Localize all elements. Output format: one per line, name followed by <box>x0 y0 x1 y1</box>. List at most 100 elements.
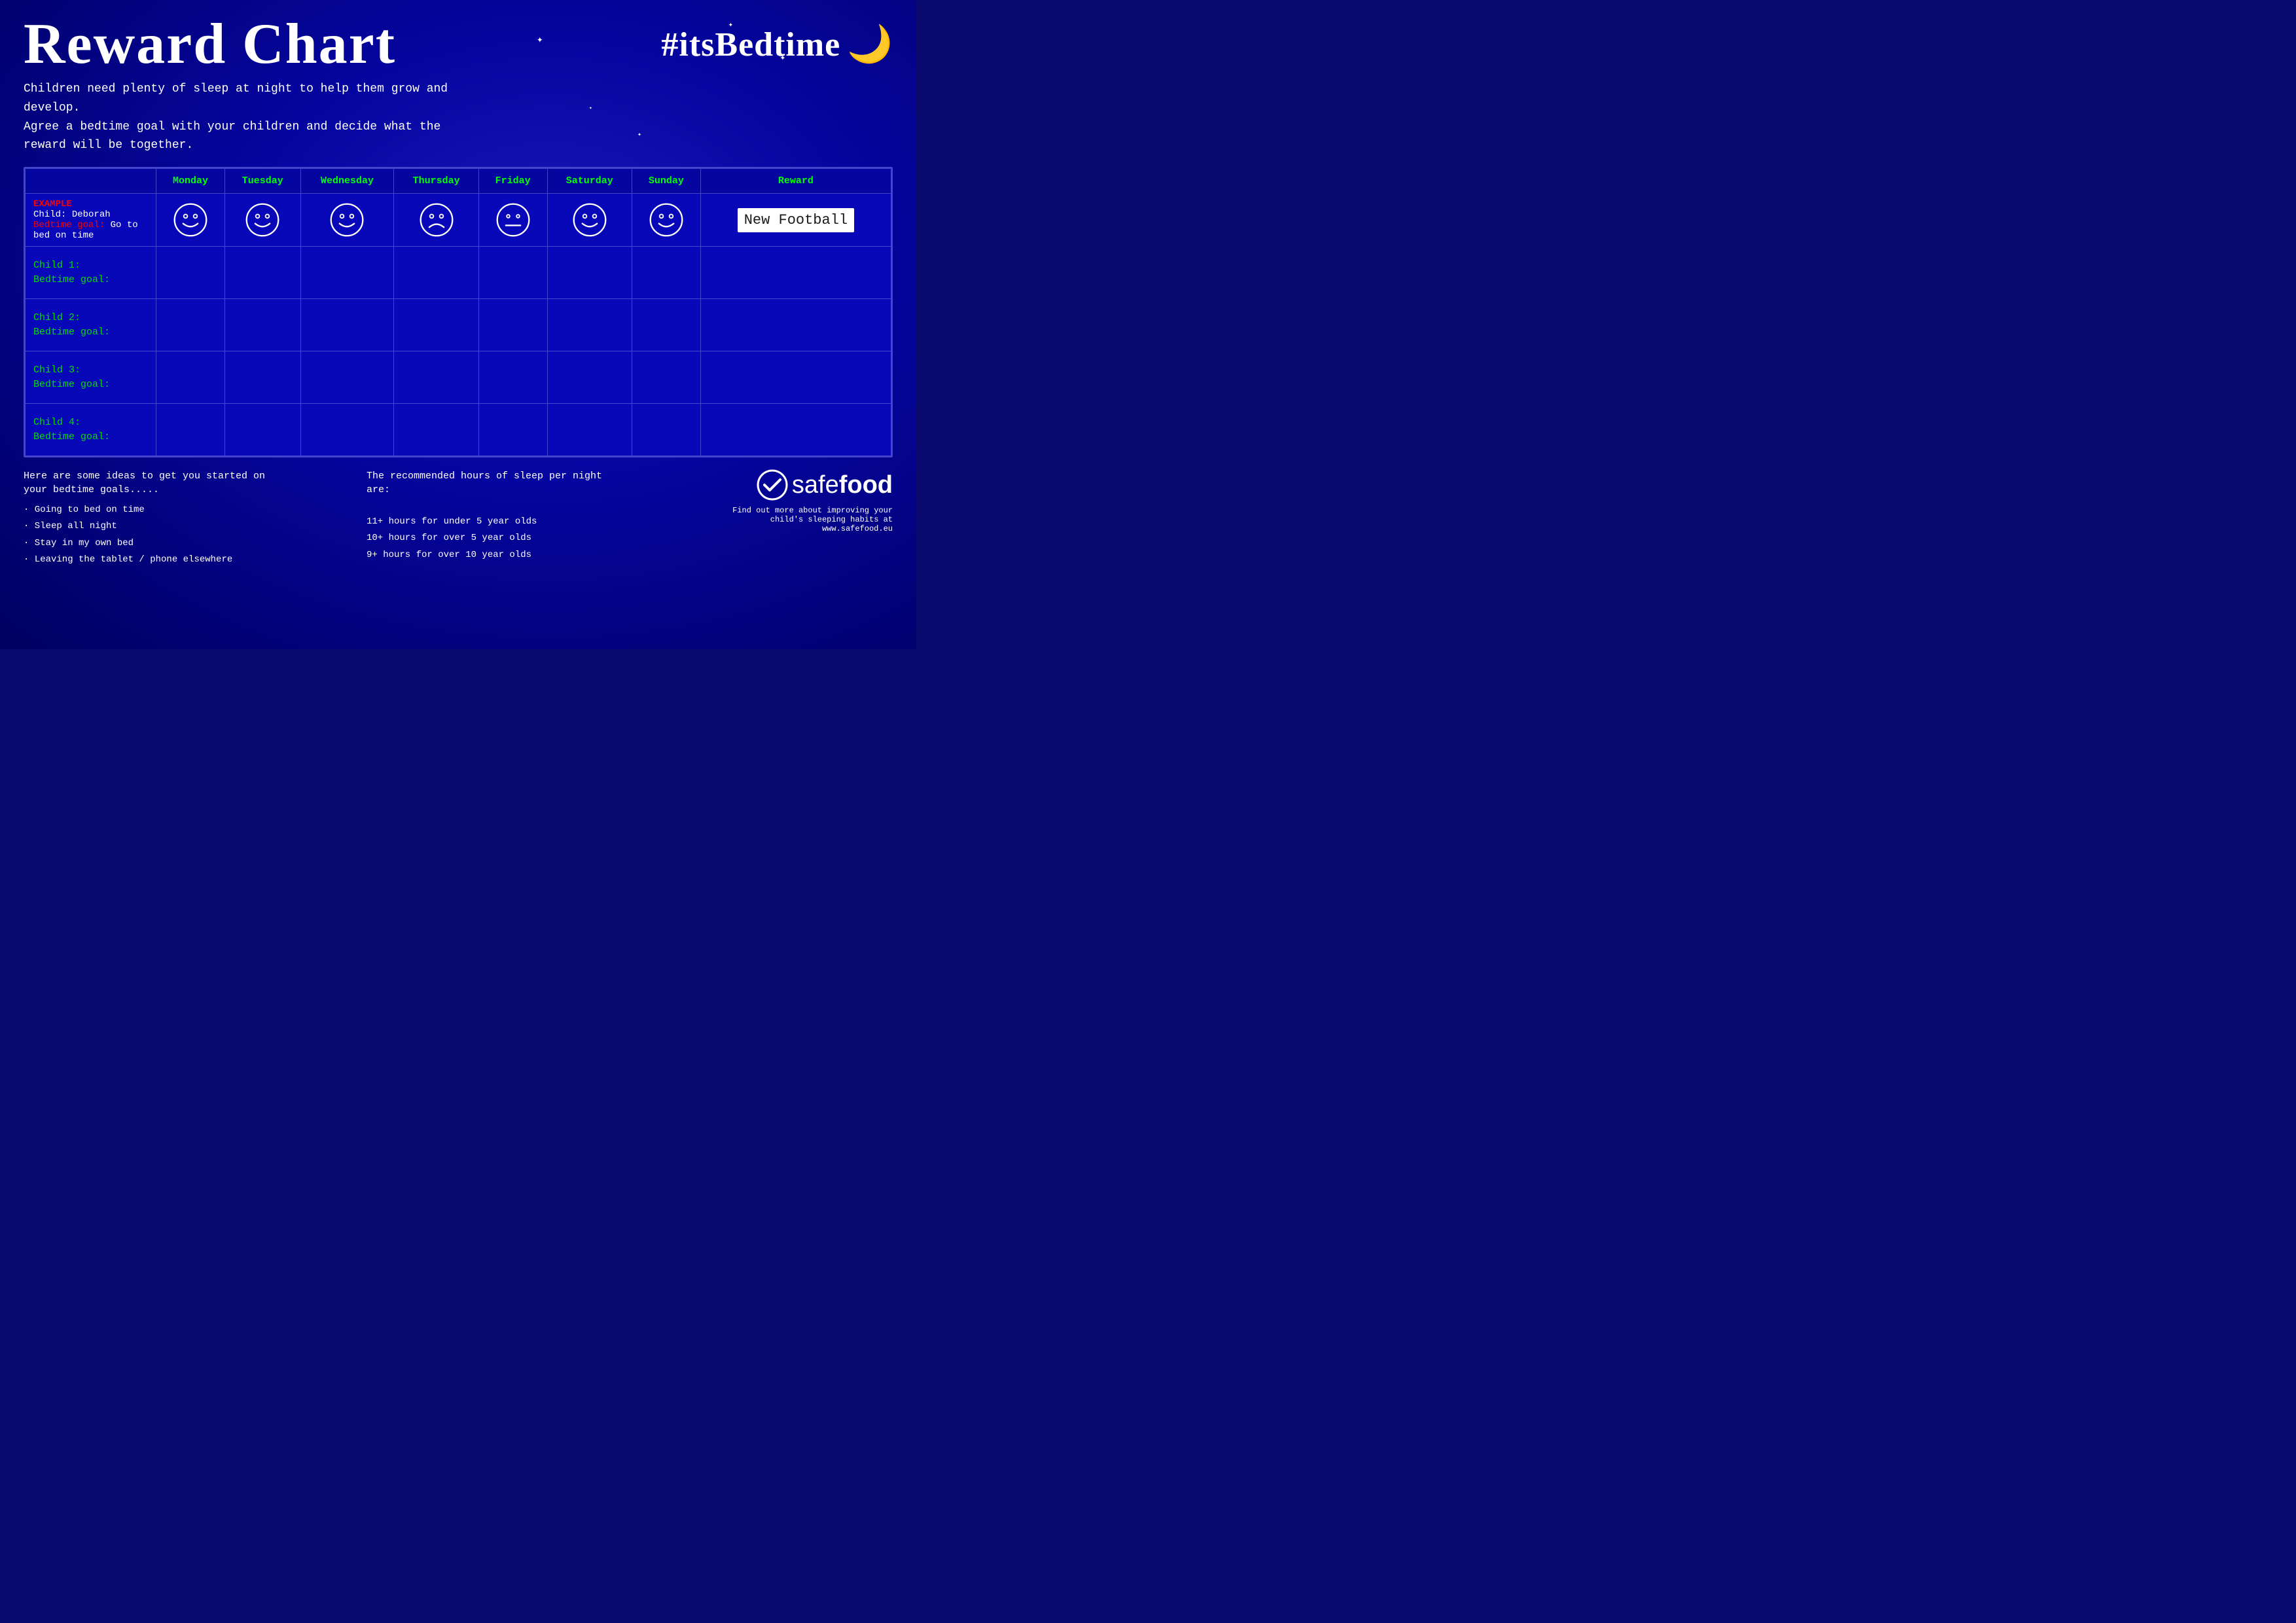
table-row-child1: Child 1: Bedtime goal: <box>26 247 891 299</box>
child4-label-cell: Child 4: Bedtime goal: <box>26 404 156 456</box>
child4-friday <box>478 404 547 456</box>
child3-sunday <box>632 351 700 404</box>
safefood-url: Find out more about improving your child… <box>696 506 893 533</box>
child4-sunday <box>632 404 700 456</box>
smiley-happy-5 <box>648 202 685 238</box>
idea-2: · Sleep all night <box>24 518 285 535</box>
child2-wednesday <box>300 299 394 351</box>
smiley-happy-3 <box>329 202 365 238</box>
child1-label: Child 1: <box>33 260 152 271</box>
child1-wednesday <box>300 247 394 299</box>
example-child-name: Deborah <box>72 209 111 220</box>
child4-saturday <box>547 404 632 456</box>
col-header-tuesday: Tuesday <box>224 169 300 194</box>
example-sunday <box>632 194 700 247</box>
ideas-heading: Here are some ideas to get you started o… <box>24 469 285 497</box>
footer: Here are some ideas to get you started o… <box>24 469 893 568</box>
child4-wednesday <box>300 404 394 456</box>
safefood-icon <box>757 469 788 501</box>
table-row-child2: Child 2: Bedtime goal: <box>26 299 891 351</box>
example-monday <box>156 194 225 247</box>
example-bedtime-line: Bedtime goal: Go to bed on time <box>33 220 152 241</box>
table-row-example: EXAMPLE Child: Deborah Bedtime goal: Go … <box>26 194 891 247</box>
smiley-sad <box>418 202 455 238</box>
table-row-child3: Child 3: Bedtime goal: <box>26 351 891 404</box>
col-header-saturday: Saturday <box>547 169 632 194</box>
child-prefix: Child: <box>33 209 72 220</box>
hours-2: 10+ hours for over 5 year olds <box>367 530 615 546</box>
child3-label-cell: Child 3: Bedtime goal: <box>26 351 156 404</box>
footer-hours: The recommended hours of sleep per night… <box>367 469 615 563</box>
example-thursday <box>394 194 478 247</box>
example-child-line: Child: Deborah <box>33 209 152 220</box>
example-wednesday <box>300 194 394 247</box>
child3-reward <box>700 351 891 404</box>
child3-saturday <box>547 351 632 404</box>
idea-3: · Stay in my own bed <box>24 535 285 552</box>
col-header-monday: Monday <box>156 169 225 194</box>
child4-monday <box>156 404 225 456</box>
child3-wednesday <box>300 351 394 404</box>
smiley-happy-1 <box>172 202 209 238</box>
child2-thursday <box>394 299 478 351</box>
child1-tuesday <box>224 247 300 299</box>
child1-reward <box>700 247 891 299</box>
child3-thursday <box>394 351 478 404</box>
hashtag-text: #itsBedtime <box>661 26 840 64</box>
smiley-happy-2 <box>244 202 281 238</box>
smiley-happy-4 <box>571 202 608 238</box>
subtitle-block: Children need plenty of sleep at night t… <box>24 80 469 155</box>
child2-label: Child 2: <box>33 312 152 323</box>
col-header-sunday: Sunday <box>632 169 700 194</box>
child1-label-cell: Child 1: Bedtime goal: <box>26 247 156 299</box>
child2-bedtime-label: Bedtime goal: <box>33 327 110 338</box>
col-header-reward: Reward <box>700 169 891 194</box>
child3-monday <box>156 351 225 404</box>
child4-thursday <box>394 404 478 456</box>
child2-reward <box>700 299 891 351</box>
col-header-wednesday: Wednesday <box>300 169 394 194</box>
example-reward: New Football <box>700 194 891 247</box>
child3-tuesday <box>224 351 300 404</box>
child4-bedtime-label: Bedtime goal: <box>33 431 110 442</box>
child1-friday <box>478 247 547 299</box>
moon-icon: 🌙 <box>847 22 893 67</box>
child4-reward <box>700 404 891 456</box>
col-header-label <box>26 169 156 194</box>
child2-sunday <box>632 299 700 351</box>
child1-sunday <box>632 247 700 299</box>
child4-label: Child 4: <box>33 417 152 428</box>
safefood-logo: safefood <box>696 469 893 501</box>
child3-friday <box>478 351 547 404</box>
safe-text: safe <box>792 471 839 499</box>
reward-table-wrapper: Monday Tuesday Wednesday Thursday Friday… <box>24 167 893 457</box>
smiley-neutral <box>495 202 531 238</box>
child2-tuesday <box>224 299 300 351</box>
child3-label: Child 3: <box>33 365 152 376</box>
bedtime-prefix: Bedtime goal: <box>33 220 111 230</box>
idea-4: · Leaving the tablet / phone elsewhere <box>24 552 285 568</box>
page-header: Reward Chart #itsBedtime 🌙 <box>24 16 893 73</box>
example-friday <box>478 194 547 247</box>
child1-saturday <box>547 247 632 299</box>
child2-label-cell: Child 2: Bedtime goal: <box>26 299 156 351</box>
subtitle-line2: Agree a bedtime goal with your children … <box>24 118 469 156</box>
footer-safefood: safefood Find out more about improving y… <box>696 469 893 533</box>
example-cell-label: EXAMPLE Child: Deborah Bedtime goal: Go … <box>26 194 156 247</box>
child1-bedtime-label: Bedtime goal: <box>33 274 110 285</box>
child1-thursday <box>394 247 478 299</box>
col-header-thursday: Thursday <box>394 169 478 194</box>
reward-table: Monday Tuesday Wednesday Thursday Friday… <box>25 168 891 456</box>
child3-bedtime-label: Bedtime goal: <box>33 379 110 390</box>
hours-heading: The recommended hours of sleep per night… <box>367 469 615 497</box>
hashtag-block: #itsBedtime 🌙 <box>661 16 893 67</box>
child2-saturday <box>547 299 632 351</box>
table-row-child4: Child 4: Bedtime goal: <box>26 404 891 456</box>
child1-monday <box>156 247 225 299</box>
hours-3: 9+ hours for over 10 year olds <box>367 547 615 563</box>
child4-tuesday <box>224 404 300 456</box>
hours-1: 11+ hours for under 5 year olds <box>367 514 615 530</box>
subtitle-line1: Children need plenty of sleep at night t… <box>24 80 469 118</box>
idea-1: · Going to bed on time <box>24 502 285 518</box>
example-saturday <box>547 194 632 247</box>
